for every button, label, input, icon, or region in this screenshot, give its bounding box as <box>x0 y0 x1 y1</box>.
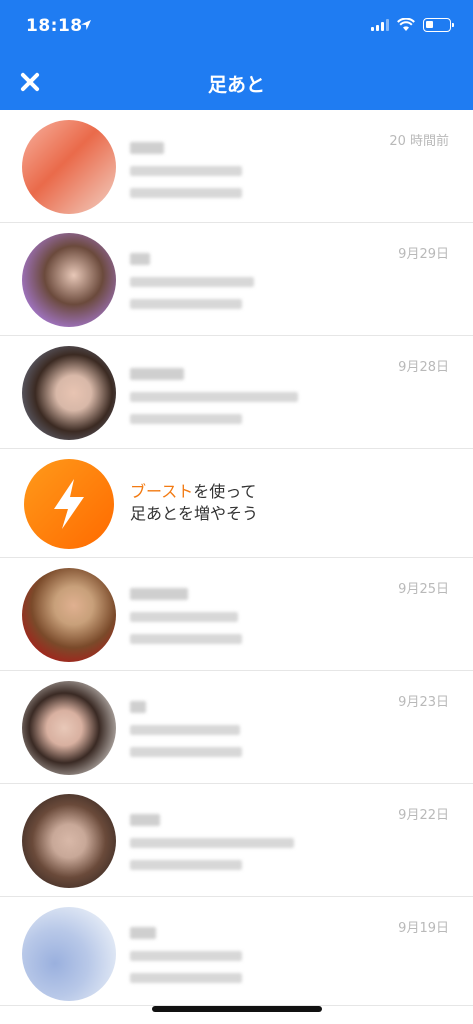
visit-date: 9月29日 <box>398 247 449 262</box>
user-location-blurred <box>130 414 242 424</box>
avatar[interactable] <box>22 233 116 327</box>
avatar[interactable] <box>22 346 116 440</box>
user-info-blurred <box>130 277 254 287</box>
status-time: 18:18 <box>26 16 83 36</box>
user-location-blurred <box>130 860 242 870</box>
boost-badge <box>24 459 114 549</box>
footprint-row[interactable]: 9月23日 <box>0 671 473 784</box>
user-info-blurred <box>130 951 242 961</box>
user-location-blurred <box>130 747 242 757</box>
page-title: 足あと <box>207 74 265 96</box>
user-location-blurred <box>130 634 242 644</box>
visit-date: 9月19日 <box>398 921 449 936</box>
user-name-blurred <box>130 701 146 713</box>
footprint-row[interactable]: 9月29日 <box>0 223 473 336</box>
user-info-blurred <box>130 838 294 848</box>
avatar[interactable] <box>22 120 116 214</box>
avatar[interactable] <box>22 568 116 662</box>
visit-date: 9月23日 <box>398 695 449 710</box>
user-location-blurred <box>130 188 242 198</box>
user-name-blurred <box>130 142 164 154</box>
avatar[interactable] <box>22 794 116 888</box>
user-name-blurred <box>130 814 160 826</box>
avatar[interactable] <box>22 907 116 1001</box>
visit-date: 20 時間前 <box>389 134 449 149</box>
user-info-blurred <box>130 166 242 176</box>
cellular-signal-icon <box>371 19 389 31</box>
home-indicator <box>152 1006 322 1012</box>
status-bar: 18:18 <box>0 0 473 56</box>
user-location-blurred <box>130 973 242 983</box>
lightning-icon <box>54 479 84 529</box>
boost-link[interactable]: ブースト <box>130 482 193 501</box>
footprint-row[interactable]: 9月28日 <box>0 336 473 449</box>
location-arrow-icon <box>81 20 91 30</box>
boost-message: ブーストを使って 足あとを増やそう <box>130 482 259 523</box>
footprint-row[interactable]: 9月25日 <box>0 558 473 671</box>
user-info-blurred <box>130 725 240 735</box>
wifi-icon <box>397 18 415 31</box>
visit-date: 9月28日 <box>398 360 449 375</box>
boost-promo[interactable]: ブーストを使って 足あとを増やそう <box>0 449 473 558</box>
battery-icon <box>423 18 454 32</box>
user-name-blurred <box>130 368 184 380</box>
user-name-blurred <box>130 253 150 265</box>
user-name-blurred <box>130 588 188 600</box>
footprint-row[interactable]: 20 時間前 <box>0 110 473 223</box>
user-info-blurred <box>130 612 238 622</box>
footprint-row[interactable]: 9月19日 <box>0 897 473 1006</box>
user-info-blurred <box>130 392 298 402</box>
user-location-blurred <box>130 299 242 309</box>
avatar[interactable] <box>22 681 116 775</box>
footprint-list: 20 時間前 9月29日 9月28日 ブーストを使って 足あとを増やそう 9月2… <box>0 110 473 1006</box>
visit-date: 9月22日 <box>398 808 449 823</box>
nav-bar: 足あと <box>0 56 473 110</box>
footprint-row[interactable]: 9月22日 <box>0 784 473 897</box>
visit-date: 9月25日 <box>398 582 449 597</box>
user-name-blurred <box>130 927 156 939</box>
